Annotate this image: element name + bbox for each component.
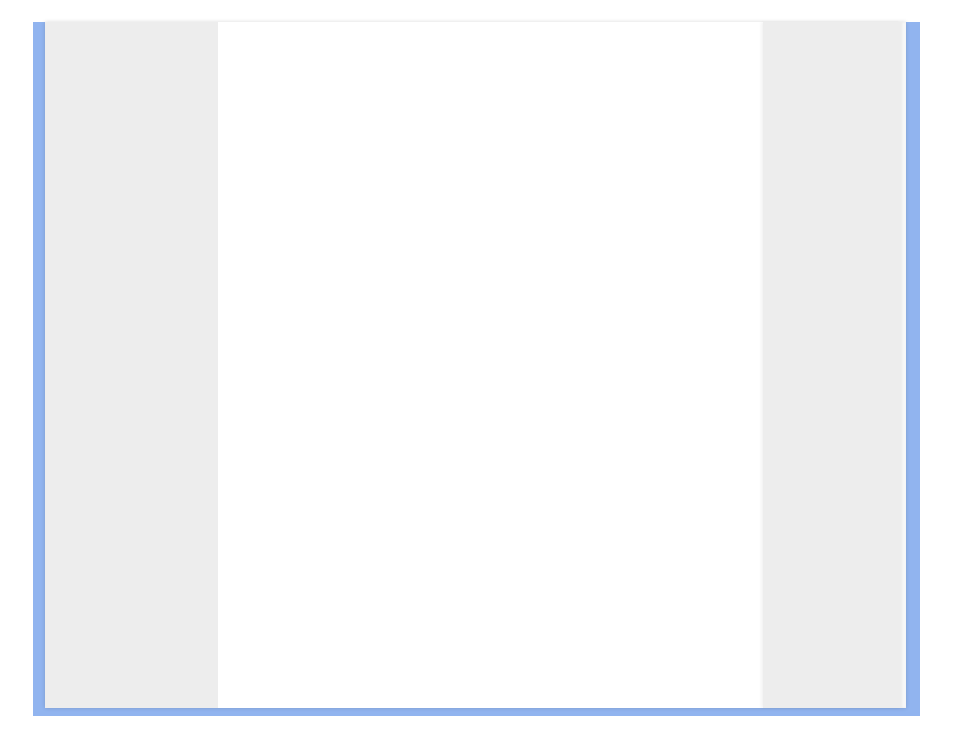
main-content — [218, 22, 763, 708]
left-sidebar — [45, 22, 218, 708]
right-edge — [901, 22, 906, 708]
content-card — [45, 22, 906, 708]
window-frame — [33, 22, 920, 716]
right-sidebar — [763, 22, 901, 708]
